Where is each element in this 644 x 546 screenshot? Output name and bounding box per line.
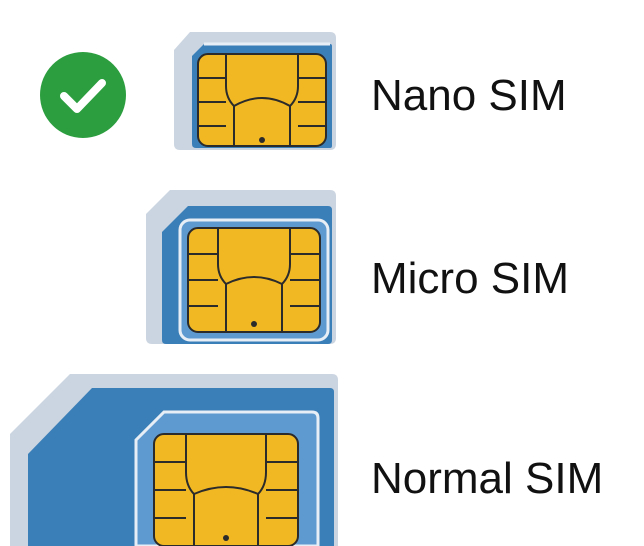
sim-option-micro[interactable]: Micro SIM [0, 180, 644, 360]
check-circle-icon [40, 52, 126, 138]
sim-card-icon [146, 190, 336, 344]
sim-option-nano[interactable]: Nano SIM [0, 0, 644, 180]
sim-chip-icon [187, 227, 321, 333]
sim-option-label-normal: Normal SIM [371, 454, 604, 503]
sim-option-normal[interactable]: Normal SIM [0, 360, 644, 546]
sim-option-label-micro: Micro SIM [371, 254, 569, 303]
sim-chip-icon [153, 433, 299, 546]
sim-chip-icon [197, 53, 327, 147]
sim-card-icon [10, 374, 338, 546]
sim-option-label-nano: Nano SIM [371, 71, 567, 120]
sim-card-icon [174, 32, 336, 150]
